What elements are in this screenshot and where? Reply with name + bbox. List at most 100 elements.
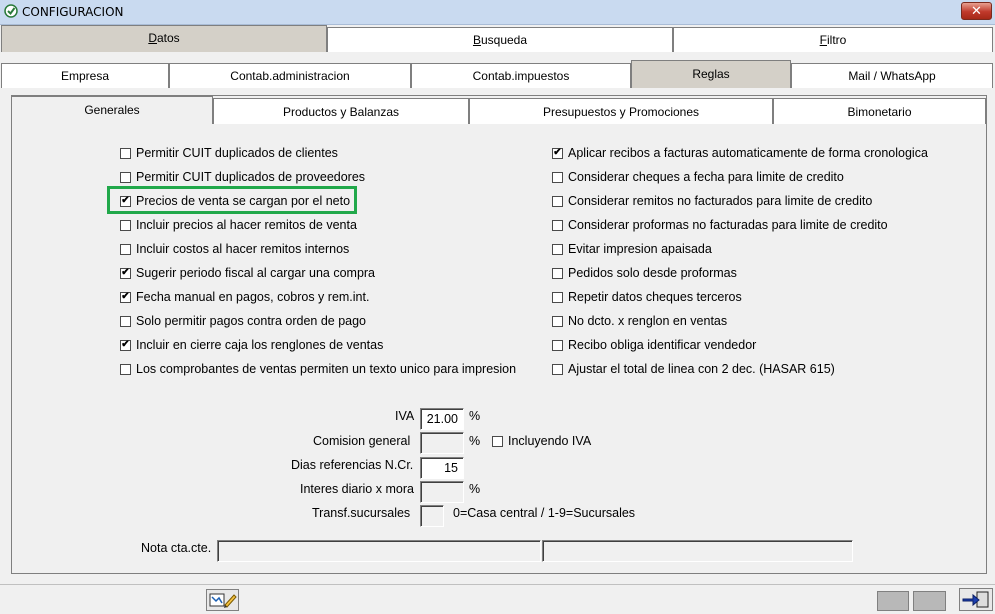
checkbox-empty-icon[interactable] — [120, 243, 131, 255]
transf-hint: 0=Casa central / 1-9=Sucursales — [453, 506, 636, 520]
right-options-checkbox[interactable]: No dcto. x renglon en ventas — [552, 314, 727, 328]
checkbox-empty-icon[interactable] — [552, 339, 563, 351]
nota-label: Nota cta.cte. — [141, 541, 212, 555]
checkbox-label: Aplicar recibos a facturas automaticamen… — [568, 146, 928, 160]
left-options-checkbox[interactable]: Permitir CUIT duplicados de clientes — [120, 146, 338, 160]
tab-busqueda-label: usqueda — [480, 33, 528, 47]
tab-busqueda[interactable]: Busqueda — [327, 27, 673, 52]
tab-filtro-label: iltro — [827, 33, 847, 47]
tab-generales[interactable]: Generales — [11, 96, 213, 124]
checkbox-checked-icon[interactable]: ✔ — [120, 291, 131, 303]
highlight-frame — [107, 186, 357, 214]
window-title: CONFIGURACION — [22, 5, 124, 19]
tab-contab-administracion[interactable]: Contab.administracion — [169, 63, 411, 88]
right-options-checkbox[interactable]: Ajustar el total de linea con 2 dec. (HA… — [552, 362, 835, 376]
transf-input[interactable] — [420, 505, 444, 527]
checkbox-label: Considerar remitos no facturados para li… — [568, 194, 873, 208]
tab-reglas[interactable]: Reglas — [631, 60, 791, 88]
incluyendo-iva-box[interactable] — [492, 435, 503, 447]
checkbox-label: Permitir CUIT duplicados de proveedores — [136, 170, 366, 184]
left-options-checkbox[interactable]: Los comprobantes de ventas permiten un t… — [120, 362, 516, 376]
checkbox-empty-icon[interactable] — [552, 243, 563, 255]
right-options-checkbox[interactable]: Pedidos solo desde proformas — [552, 266, 737, 280]
transf-label: Transf.sucursales — [312, 506, 411, 520]
tab-datos[interactable]: Datos — [1, 25, 327, 52]
nota-input-2[interactable] — [542, 540, 853, 562]
dias-input[interactable]: 15 — [420, 457, 464, 479]
status-button-2[interactable] — [913, 591, 946, 611]
comision-input[interactable] — [420, 432, 464, 454]
left-options-checkbox[interactable]: Incluir precios al hacer remitos de vent… — [120, 218, 357, 232]
exit-icon — [962, 591, 989, 608]
checkbox-label: Permitir CUIT duplicados de clientes — [136, 146, 338, 160]
checkbox-empty-icon[interactable] — [552, 315, 563, 327]
checkbox-label: Incluir costos al hacer remitos internos — [136, 242, 350, 256]
left-options-checkbox[interactable]: ✔ Fecha manual en pagos, cobros y rem.int… — [120, 290, 369, 304]
interes-unit: % — [469, 482, 481, 496]
right-options-checkbox[interactable]: Considerar cheques a fecha para limite d… — [552, 170, 844, 184]
tab-mail-whatsapp[interactable]: Mail / WhatsApp — [791, 63, 993, 88]
checkbox-label: Sugerir periodo fiscal al cargar una com… — [136, 266, 376, 280]
checkbox-empty-icon[interactable] — [552, 291, 563, 303]
checkbox-checked-icon[interactable]: ✔ — [552, 147, 563, 159]
right-options-checkbox[interactable]: ✔ Aplicar recibos a facturas automaticame… — [552, 146, 928, 160]
left-options-checkbox[interactable]: ✔ Sugerir periodo fiscal al cargar una co… — [120, 266, 375, 280]
checkbox-label: Recibo obliga identificar vendedor — [568, 338, 757, 352]
checkbox-empty-icon[interactable] — [552, 267, 563, 279]
close-button[interactable]: ✕ — [961, 2, 992, 20]
checkbox-label: Fecha manual en pagos, cobros y rem.int. — [136, 290, 370, 304]
checkbox-label: Considerar proformas no facturadas para … — [568, 218, 888, 232]
checkbox-empty-icon[interactable] — [120, 363, 131, 375]
tab-bimonetario[interactable]: Bimonetario — [773, 98, 986, 124]
iva-input[interactable]: 21.00 — [420, 408, 464, 430]
checkbox-empty-icon[interactable] — [552, 219, 563, 231]
tab-datos-label: atos — [156, 31, 180, 45]
tab-filtro[interactable]: Filtro — [673, 27, 993, 52]
left-options-checkbox[interactable]: Permitir CUIT duplicados de proveedores — [120, 170, 365, 184]
print-icon — [209, 593, 237, 608]
incluyendo-iva-checkbox[interactable]: Incluyendo IVA — [492, 434, 591, 448]
checkbox-label: Evitar impresion apaisada — [568, 242, 712, 256]
tab-presupuestos-promociones[interactable]: Presupuestos y Promociones — [469, 98, 773, 124]
checkbox-label: No dcto. x renglon en ventas — [568, 314, 728, 328]
generales-panel — [11, 95, 987, 574]
checkbox-empty-icon[interactable] — [552, 171, 563, 183]
title-bar: CONFIGURACION ✕ — [0, 0, 995, 25]
dias-label: Dias referencias N.Cr. — [291, 458, 414, 472]
checkbox-checked-icon[interactable]: ✔ — [120, 267, 131, 279]
right-options-checkbox[interactable]: Considerar proformas no facturadas para … — [552, 218, 888, 232]
tab-empresa[interactable]: Empresa — [1, 63, 169, 88]
checkbox-empty-icon[interactable] — [120, 219, 131, 231]
incluyendo-iva-label: Incluyendo IVA — [508, 434, 592, 448]
checkbox-empty-icon[interactable] — [552, 195, 563, 207]
print-button[interactable] — [206, 589, 239, 611]
comision-unit: % — [469, 434, 481, 448]
checkbox-empty-icon[interactable] — [120, 171, 131, 183]
tab-productos-balanzas[interactable]: Productos y Balanzas — [213, 98, 469, 124]
left-options-checkbox[interactable]: ✔ Incluir en cierre caja los renglones de… — [120, 338, 383, 352]
interes-input[interactable] — [420, 481, 464, 503]
tab-datos-accel: D — [148, 31, 157, 45]
right-options-checkbox[interactable]: Repetir datos cheques terceros — [552, 290, 742, 304]
checkbox-label: Incluir en cierre caja los renglones de … — [136, 338, 384, 352]
exit-button[interactable] — [959, 588, 993, 611]
checkbox-empty-icon[interactable] — [120, 315, 131, 327]
checkbox-label: Pedidos solo desde proformas — [568, 266, 737, 280]
left-options-checkbox[interactable]: Incluir costos al hacer remitos internos — [120, 242, 349, 256]
app-icon — [4, 4, 18, 18]
checkbox-label: Considerar cheques a fecha para limite d… — [568, 170, 844, 184]
tab-contab-impuestos[interactable]: Contab.impuestos — [411, 63, 631, 88]
right-options-checkbox[interactable]: Evitar impresion apaisada — [552, 242, 712, 256]
checkbox-label: Incluir precios al hacer remitos de vent… — [136, 218, 357, 232]
nota-input-1[interactable] — [217, 540, 541, 562]
checkbox-label: Solo permitir pagos contra orden de pago — [136, 314, 367, 328]
checkbox-label: Repetir datos cheques terceros — [568, 290, 742, 304]
status-button-1[interactable] — [877, 591, 909, 611]
right-options-checkbox[interactable]: Recibo obliga identificar vendedor — [552, 338, 756, 352]
checkbox-empty-icon[interactable] — [552, 363, 563, 375]
left-options-checkbox[interactable]: Solo permitir pagos contra orden de pago — [120, 314, 366, 328]
checkbox-checked-icon[interactable]: ✔ — [120, 339, 131, 351]
checkbox-empty-icon[interactable] — [120, 147, 131, 159]
iva-label: IVA — [395, 409, 415, 423]
right-options-checkbox[interactable]: Considerar remitos no facturados para li… — [552, 194, 872, 208]
